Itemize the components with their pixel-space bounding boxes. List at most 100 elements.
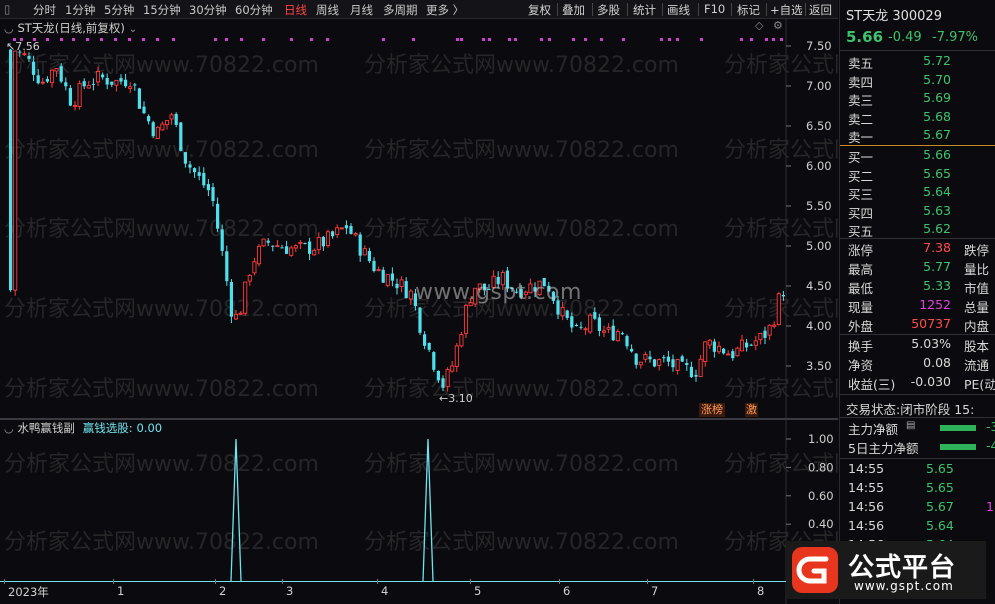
candle-body-up: [316, 236, 321, 251]
row-label: 买一: [848, 150, 874, 165]
stats-button[interactable]: 统计: [633, 2, 656, 18]
ask-row[interactable]: 卖二 5.68: [840, 109, 995, 128]
stat-row[interactable]: 换手 5.03% 股本: [840, 336, 995, 355]
signal-dot: [660, 38, 663, 41]
bid-row[interactable]: 买二 5.65: [840, 166, 995, 185]
candle-body-down: [344, 225, 348, 229]
row-value: -0.030: [910, 374, 951, 389]
candle-body-down: [303, 242, 307, 244]
add-watchlist-button[interactable]: +自选: [770, 2, 803, 18]
watermark-text: 分析家公式网www.70822.com: [364, 377, 679, 402]
candle-body-down: [179, 122, 183, 151]
candle-body-up: [298, 241, 303, 244]
table-icon[interactable]: ▤: [906, 420, 915, 431]
candle-body-up: [601, 330, 607, 333]
back-button[interactable]: 返回: [809, 2, 832, 18]
tab-daily[interactable]: 日线: [284, 2, 307, 18]
diamond-icon[interactable]: ◇: [755, 19, 763, 32]
tab-5min[interactable]: 5分钟: [104, 2, 134, 18]
multi-stock-button[interactable]: 多股: [597, 2, 620, 18]
tab-monthly[interactable]: 月线: [350, 2, 373, 18]
tab-1min[interactable]: 1分钟: [65, 2, 95, 18]
ask-row[interactable]: 卖三 5.69: [840, 90, 995, 109]
row-label: 外盘: [848, 319, 874, 334]
tab-60min[interactable]: 60分钟: [235, 2, 273, 18]
tab-15min[interactable]: 15分钟: [143, 2, 181, 18]
ask-row[interactable]: 卖四 5.70: [840, 72, 995, 91]
tab-intraday[interactable]: 分时: [33, 2, 56, 18]
candlestick-chart[interactable]: 分析家公式网www.70822.com 分析家公式网www.70822.com 分析…: [0, 19, 838, 419]
f10-button[interactable]: F10: [704, 2, 725, 16]
candle-body-up: [325, 231, 331, 247]
signal-dot: [240, 38, 243, 41]
tick-price: 5.67: [926, 499, 954, 514]
stat-row[interactable]: 涨停 7.38 跌停: [840, 240, 995, 259]
indicator-chart[interactable]: 分析家公式网www.70822.com 分析家公式网www.70822.com 分析…: [0, 419, 838, 604]
dropdown-icon[interactable]: ⌄: [129, 24, 137, 35]
stat-row[interactable]: 净资 0.08 流通: [840, 355, 995, 374]
flow-bar-5d: [940, 444, 976, 450]
price-tick-label: 4.00: [806, 319, 832, 333]
candle-body-up: [463, 304, 469, 334]
stat-row[interactable]: 最高 5.77 量比: [840, 259, 995, 278]
settings-icon[interactable]: ⚙: [773, 19, 783, 32]
stock-name-row: ST天龙 300029: [846, 5, 942, 24]
main-net-flow-row[interactable]: 主力净额 ▤ -30: [840, 419, 995, 438]
bid-row[interactable]: 买四 5.63: [840, 203, 995, 222]
tick-row[interactable]: 14:56 5.64: [840, 518, 995, 537]
row-label: 最低: [848, 281, 874, 296]
collapse-icon[interactable]: ◡: [4, 22, 14, 35]
indicator-name[interactable]: 水鸭赢钱副: [17, 421, 75, 435]
tab-weekly[interactable]: 周线: [316, 2, 339, 18]
candle-body-down: [432, 352, 436, 370]
date-axis: 2023年 1 2 3 4 5 6 7 8: [0, 579, 786, 603]
candle-body-down: [174, 113, 178, 125]
date-tick: [559, 579, 560, 584]
stat-row[interactable]: 最低 5.33 市值: [840, 278, 995, 297]
candle-body-down: [372, 260, 376, 272]
bid-row[interactable]: 买三 5.64: [840, 184, 995, 203]
indicator-tick-label: 0.60: [808, 489, 834, 503]
candle-body-down: [64, 82, 68, 87]
logo-url: www.gspt.com: [854, 579, 954, 593]
stat-row[interactable]: 收益(三) -0.030 PE(动: [840, 374, 995, 393]
candle-body-down: [137, 88, 141, 109]
candle-body-down: [229, 281, 233, 317]
candle-body-down: [202, 172, 206, 186]
main-net-flow-5d-row[interactable]: 5日主力净额 -41: [840, 438, 995, 457]
candle-body-up: [362, 248, 367, 256]
tab-more[interactable]: 更多 〉: [426, 2, 464, 18]
signal-dot: [765, 38, 768, 41]
tab-30min[interactable]: 30分钟: [189, 2, 227, 18]
row-label: 卖三: [848, 93, 874, 108]
candle-body-up: [450, 365, 455, 372]
row-value: 5.67: [923, 127, 951, 142]
indicator-tick-label: 0.40: [808, 517, 834, 531]
tick-row[interactable]: 14:55 5.65: [840, 461, 995, 480]
stat-row[interactable]: 现量 1252 总量: [840, 297, 995, 316]
tick-row[interactable]: 14:56 5.67 1: [840, 499, 995, 518]
collapse-indicator-icon[interactable]: ◡: [4, 422, 14, 435]
candle-body-up: [758, 332, 763, 341]
tick-row[interactable]: 14:55 5.65: [840, 480, 995, 499]
candle-body-down: [611, 325, 615, 341]
row-label-2: 市值: [964, 281, 990, 296]
ask-row[interactable]: 卖五 5.72: [840, 53, 995, 72]
row-label: 卖一: [848, 130, 874, 145]
candle-body-down: [565, 310, 569, 318]
ask-row[interactable]: 卖一 5.67: [840, 127, 995, 146]
draw-button[interactable]: 画线: [667, 2, 690, 18]
stat-row[interactable]: 外盘 50737 内盘: [840, 316, 995, 335]
signal-dot: [290, 38, 293, 41]
mark-button[interactable]: 标记: [737, 2, 760, 18]
date-label: 1: [117, 584, 125, 598]
tab-multi-period[interactable]: 多周期: [383, 2, 418, 18]
candle-body-down: [680, 356, 684, 362]
bid-row[interactable]: 买一 5.66: [840, 147, 995, 166]
bid-row[interactable]: 买五 5.62: [840, 221, 995, 240]
overlay-button[interactable]: 叠加: [562, 2, 585, 18]
sidebar-toggle-icon[interactable]: ▯: [4, 2, 10, 16]
stock-code: 300029: [892, 9, 942, 24]
adjust-button[interactable]: 复权: [528, 2, 551, 18]
candle-body-up: [252, 261, 257, 274]
